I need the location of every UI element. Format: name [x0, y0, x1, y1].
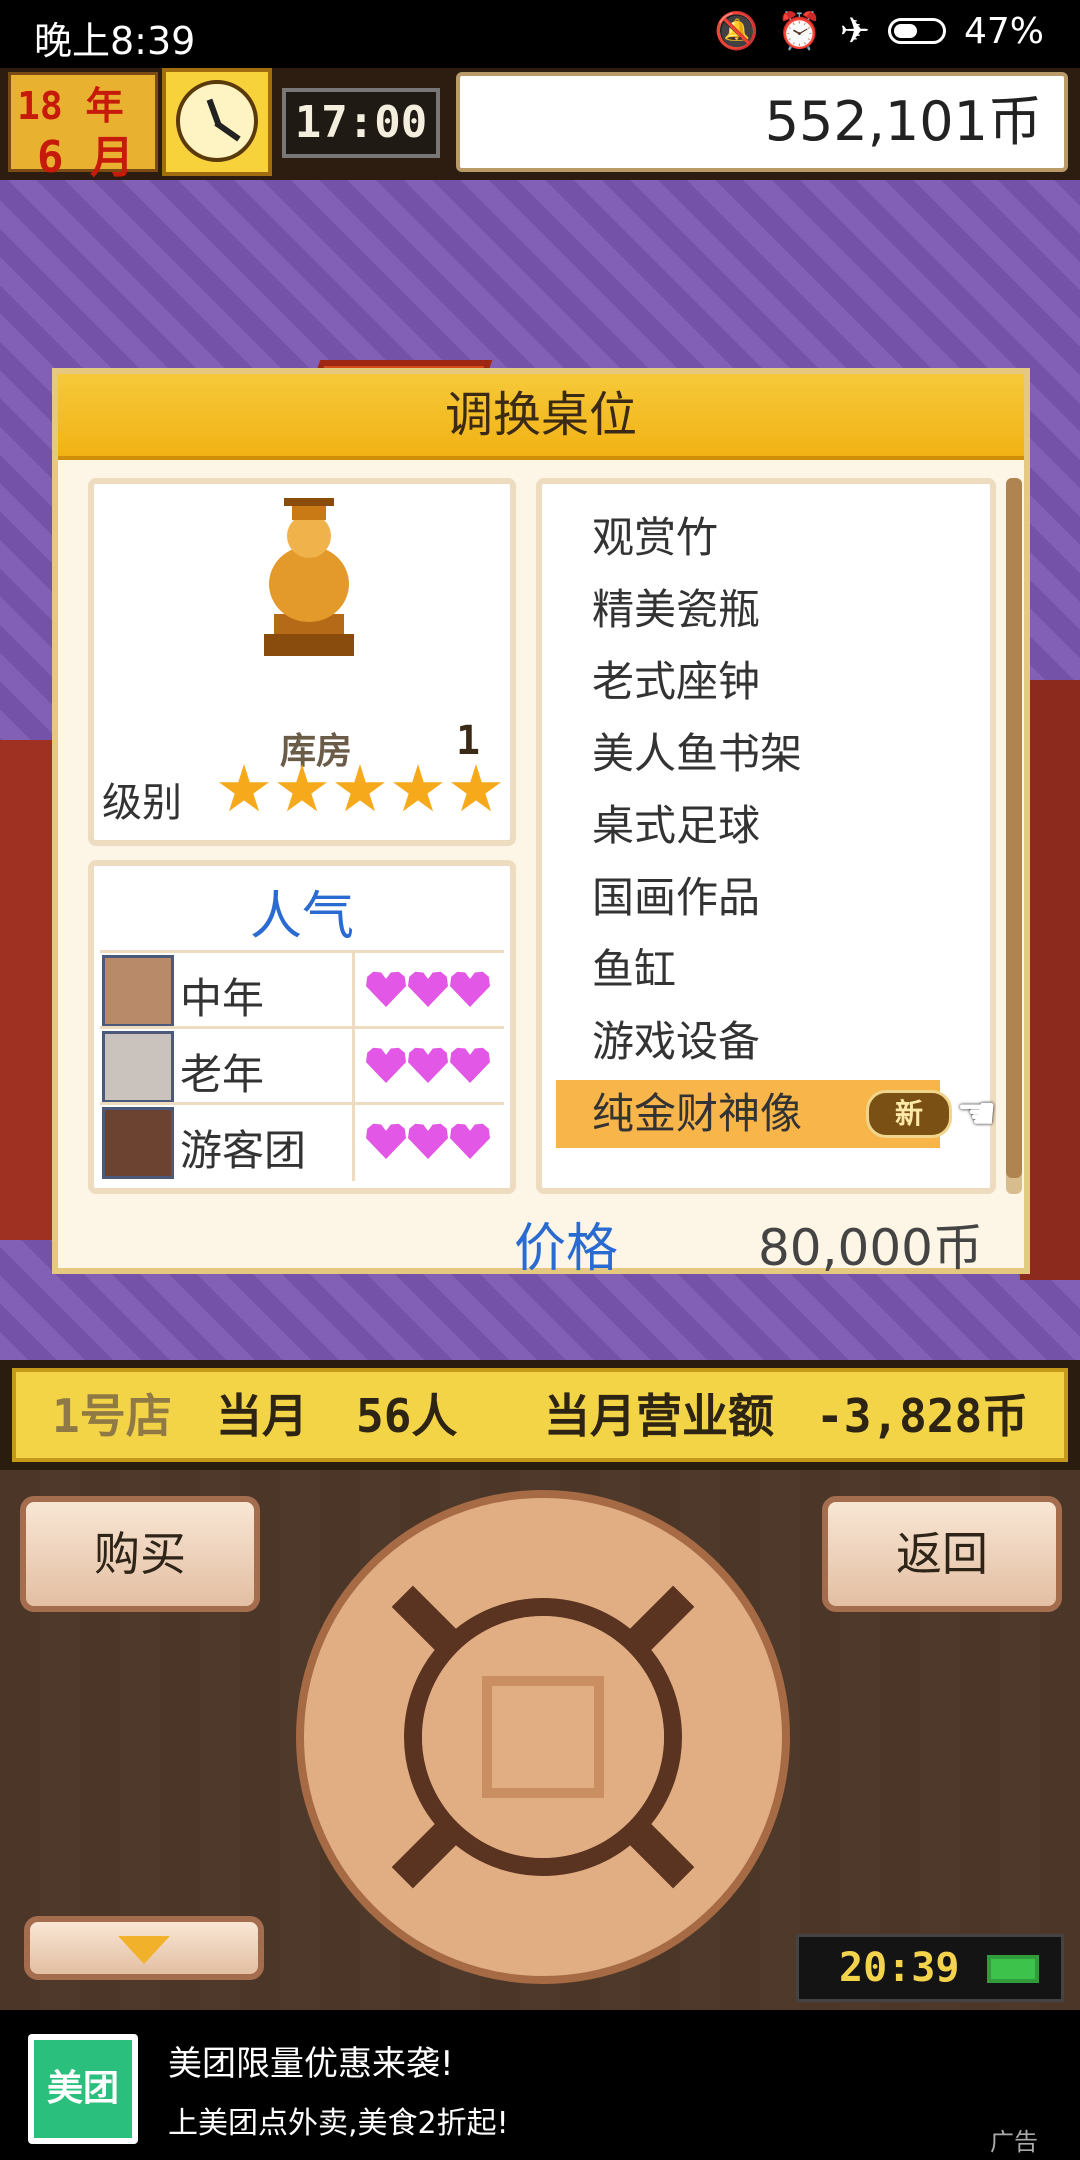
ad-title[interactable]: 美团限量优惠来袭! — [168, 2036, 454, 2085]
arrow-down-icon — [118, 1936, 170, 1964]
list-item[interactable]: 鱼缸 — [592, 936, 972, 1004]
list-item[interactable]: 美人鱼书架 — [592, 720, 972, 788]
level-stars — [218, 764, 502, 816]
status-icons: 🔕 ⏰ ✈ 47% — [714, 10, 1044, 53]
airplane-icon: ✈ — [839, 10, 870, 52]
item-list-panel[interactable]: 观赏竹 精美瓷瓶 老式座钟 美人鱼书架 桌式足球 国画作品 鱼缸 游戏设备 纯金… — [536, 478, 997, 1194]
star-icon — [335, 764, 385, 812]
popularity-group-name: 游客团 — [180, 1126, 307, 1175]
storage-count: 1 — [456, 718, 481, 764]
battery-icon — [987, 1955, 1039, 1983]
list-item[interactable]: 桌式足球 — [592, 792, 972, 860]
directional-pad[interactable] — [296, 1490, 790, 1984]
sales-label: 当月营业额 — [544, 1389, 774, 1443]
popularity-row-middle-aged: 中年 — [100, 950, 504, 1029]
heart-icon — [408, 1123, 448, 1159]
wall-decor — [0, 740, 60, 1240]
month-label: 当月 — [216, 1389, 308, 1443]
store-info-strip: 1号店 当月 56人 当月营业额 -3,828币 — [12, 1368, 1068, 1462]
new-badge: 新 — [866, 1090, 952, 1138]
dialog-title: 调换桌位 — [58, 374, 1024, 460]
device-clock: 20:39 — [796, 1934, 1064, 2002]
star-icon — [277, 764, 327, 812]
store-name: 1号店 — [52, 1389, 172, 1443]
back-button[interactable]: 返回 — [822, 1496, 1062, 1612]
popularity-group-name: 老年 — [180, 1050, 265, 1099]
date-display: 18 年 6 月 — [8, 72, 158, 183]
tour-group-avatar-icon — [102, 1107, 174, 1179]
list-item[interactable]: 观赏竹 — [592, 504, 972, 572]
popularity-row-elderly: 老年 — [100, 1026, 504, 1105]
clock-icon — [162, 68, 272, 176]
heart-icon — [366, 1047, 406, 1083]
heart-icon — [450, 1047, 490, 1083]
hearts-rating — [366, 971, 490, 1007]
ad-subtitle[interactable]: 上美团点外卖,美食2折起! — [168, 2098, 509, 2142]
buy-button[interactable]: 购买 — [20, 1496, 260, 1612]
list-item-label: 纯金财神像 — [592, 1089, 803, 1138]
price-label: 价格 — [514, 1219, 619, 1279]
heart-icon — [366, 971, 406, 1007]
mute-bell-icon: 🔕 — [714, 11, 759, 52]
heart-icon — [366, 1123, 406, 1159]
hearts-rating — [366, 1047, 490, 1083]
sales-value: -3,828币 — [816, 1389, 1029, 1443]
popularity-panel: 人气 中年 老年 游客团 — [88, 860, 516, 1194]
hearts-rating — [366, 1123, 490, 1159]
heart-icon — [450, 971, 490, 1007]
list-item-selected[interactable]: 纯金财神像 新 ☚ — [556, 1080, 997, 1148]
list-item[interactable]: 老式座钟 — [592, 648, 972, 716]
star-icon — [393, 764, 443, 812]
visitor-count: 56人 — [356, 1389, 458, 1443]
list-scrollbar[interactable] — [1006, 478, 1022, 1194]
money-display: 552,101币 — [456, 72, 1068, 172]
month-label: 6 月 — [37, 132, 134, 183]
middle-aged-avatar-icon — [102, 955, 174, 1027]
star-icon — [451, 764, 501, 812]
popularity-group-name: 中年 — [180, 974, 265, 1023]
heart-icon — [450, 1123, 490, 1159]
status-time: 晚上8:39 — [34, 19, 196, 63]
price-value: 80,000币 — [758, 1219, 983, 1277]
swap-seat-dialog: 调换桌位 库房 1 级别 人气 中年 老年 游客团 观赏竹 精美瓷瓶 老式座钟 … — [52, 368, 1030, 1279]
item-preview-panel: 库房 1 级别 — [88, 478, 516, 846]
popularity-title: 人气 — [249, 887, 354, 947]
heart-icon — [408, 1047, 448, 1083]
level-label: 级别 — [102, 780, 182, 826]
dpad-center-button[interactable] — [422, 1616, 664, 1858]
ad-banner[interactable]: 美团 美团限量优惠来袭! 上美团点外卖,美食2折起! 广告 — [0, 2010, 1080, 2160]
expand-down-button[interactable] — [24, 1916, 264, 1980]
battery-percent: 47% — [963, 10, 1044, 52]
list-item[interactable]: 国画作品 — [592, 864, 972, 932]
battery-icon — [887, 18, 946, 44]
alarm-icon: ⏰ — [776, 11, 822, 52]
chinese-motif-icon — [482, 1676, 604, 1798]
clock-face — [176, 80, 258, 162]
meituan-logo[interactable]: 美团 — [28, 2034, 138, 2144]
list-item[interactable]: 游戏设备 — [592, 1008, 972, 1076]
game-time: 17:00 — [282, 88, 440, 158]
elderly-avatar-icon — [102, 1031, 174, 1103]
list-item[interactable]: 精美瓷瓶 — [592, 576, 972, 644]
status-bar: 晚上8:39 🔕 ⏰ ✈ 47% — [0, 0, 1080, 68]
ad-label: 广告 — [990, 2128, 1038, 2156]
golden-statue-icon — [264, 498, 354, 656]
device-clock-time: 20:39 — [839, 1945, 960, 1991]
star-icon — [219, 764, 269, 812]
heart-icon — [408, 971, 448, 1007]
popularity-row-tour-group: 游客团 — [100, 1102, 504, 1181]
scrollbar-thumb[interactable] — [1006, 478, 1022, 1178]
